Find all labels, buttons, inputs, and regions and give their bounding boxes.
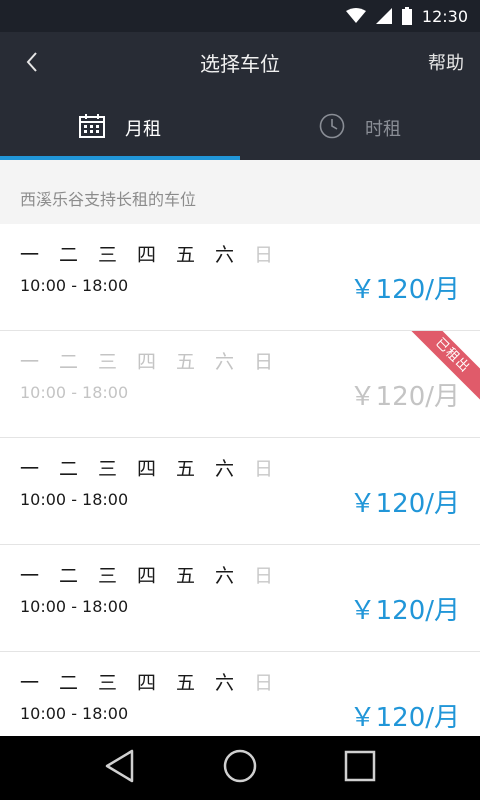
day-thu: 四	[137, 672, 157, 694]
system-nav-bar	[0, 736, 480, 800]
time-range: 10:00 - 18:00	[20, 597, 129, 616]
day-mon: 一	[20, 244, 40, 266]
day-thu: 四	[137, 351, 157, 373]
price: ￥120/月	[349, 703, 460, 733]
chevron-left-icon	[25, 51, 39, 77]
battery-icon	[401, 7, 412, 25]
weekday-row: 一 二 三 四 五 六 日	[20, 454, 293, 481]
day-sun: 日	[254, 565, 274, 587]
day-sat: 六	[215, 244, 235, 266]
day-wed: 三	[98, 351, 118, 373]
price: ￥120/月	[349, 596, 460, 626]
help-button[interactable]: 帮助	[428, 32, 464, 96]
square-recents-icon	[344, 750, 376, 786]
day-thu: 四	[137, 244, 157, 266]
section-title: 西溪乐谷支持长租的车位	[0, 160, 480, 224]
parking-slot[interactable]: 一 二 三 四 五 六 日 10:00 - 18:00 ￥120/月	[0, 545, 480, 652]
day-mon: 一	[20, 565, 40, 587]
price: ￥120/月	[349, 382, 460, 412]
weekday-row: 一 二 三 四 五 六 日	[20, 347, 293, 374]
time-range: 10:00 - 18:00	[20, 276, 129, 295]
day-wed: 三	[98, 565, 118, 587]
weekday-row: 一 二 三 四 五 六 日	[20, 561, 293, 588]
nav-home-button[interactable]	[216, 744, 264, 792]
day-tue: 二	[59, 565, 79, 587]
day-wed: 三	[98, 458, 118, 480]
slot-list: 西溪乐谷支持长租的车位 一 二 三 四 五 六 日 10:00 - 18:00 …	[0, 160, 480, 736]
status-time: 12:30	[421, 6, 468, 26]
clock-icon	[319, 113, 345, 144]
day-sun: 日	[254, 351, 274, 373]
day-fri: 五	[176, 565, 196, 587]
day-sun: 日	[254, 672, 274, 694]
status-bar: 12:30	[0, 0, 480, 32]
day-sat: 六	[215, 458, 235, 480]
nav-recents-button[interactable]	[336, 744, 384, 792]
day-thu: 四	[137, 458, 157, 480]
parking-slot[interactable]: 一 二 三 四 五 六 日 10:00 - 18:00 ￥120/月	[0, 224, 480, 331]
time-range: 10:00 - 18:00	[20, 383, 129, 402]
weekday-row: 一 二 三 四 五 六 日	[20, 668, 293, 695]
tab-label: 月租	[125, 119, 161, 140]
day-wed: 三	[98, 672, 118, 694]
day-fri: 五	[176, 672, 196, 694]
triangle-back-icon	[104, 749, 136, 787]
page-title: 选择车位	[200, 52, 280, 76]
day-mon: 一	[20, 458, 40, 480]
day-tue: 二	[59, 244, 79, 266]
day-sun: 日	[254, 244, 274, 266]
day-fri: 五	[176, 244, 196, 266]
day-fri: 五	[176, 351, 196, 373]
app-bar: 选择车位 帮助	[0, 32, 480, 96]
circle-home-icon	[223, 749, 257, 787]
nav-back-button[interactable]	[96, 744, 144, 792]
day-fri: 五	[176, 458, 196, 480]
parking-slot[interactable]: 一 二 三 四 五 六 日 10:00 - 18:00 ￥120/月	[0, 652, 480, 736]
back-button[interactable]	[14, 46, 50, 82]
wifi-icon	[345, 8, 366, 24]
day-wed: 三	[98, 244, 118, 266]
day-mon: 一	[20, 672, 40, 694]
day-sat: 六	[215, 351, 235, 373]
tab-label: 时租	[365, 119, 401, 140]
parking-slot: 一 二 三 四 五 六 日 10:00 - 18:00 ￥120/月 已租出	[0, 331, 480, 438]
day-thu: 四	[137, 565, 157, 587]
cell-signal-icon	[375, 8, 392, 24]
price: ￥120/月	[349, 275, 460, 305]
calendar-icon	[79, 113, 105, 143]
weekday-row: 一 二 三 四 五 六 日	[20, 240, 293, 267]
time-range: 10:00 - 18:00	[20, 490, 129, 509]
parking-slot[interactable]: 一 二 三 四 五 六 日 10:00 - 18:00 ￥120/月	[0, 438, 480, 545]
day-mon: 一	[20, 351, 40, 373]
day-sun: 日	[254, 458, 274, 480]
tab-bar: 月租 时租	[0, 96, 480, 160]
day-tue: 二	[59, 672, 79, 694]
day-sat: 六	[215, 565, 235, 587]
tab-hourly[interactable]: 时租	[240, 96, 480, 160]
day-tue: 二	[59, 351, 79, 373]
day-tue: 二	[59, 458, 79, 480]
tab-monthly[interactable]: 月租	[0, 96, 240, 160]
price: ￥120/月	[349, 489, 460, 519]
time-range: 10:00 - 18:00	[20, 704, 129, 723]
day-sat: 六	[215, 672, 235, 694]
